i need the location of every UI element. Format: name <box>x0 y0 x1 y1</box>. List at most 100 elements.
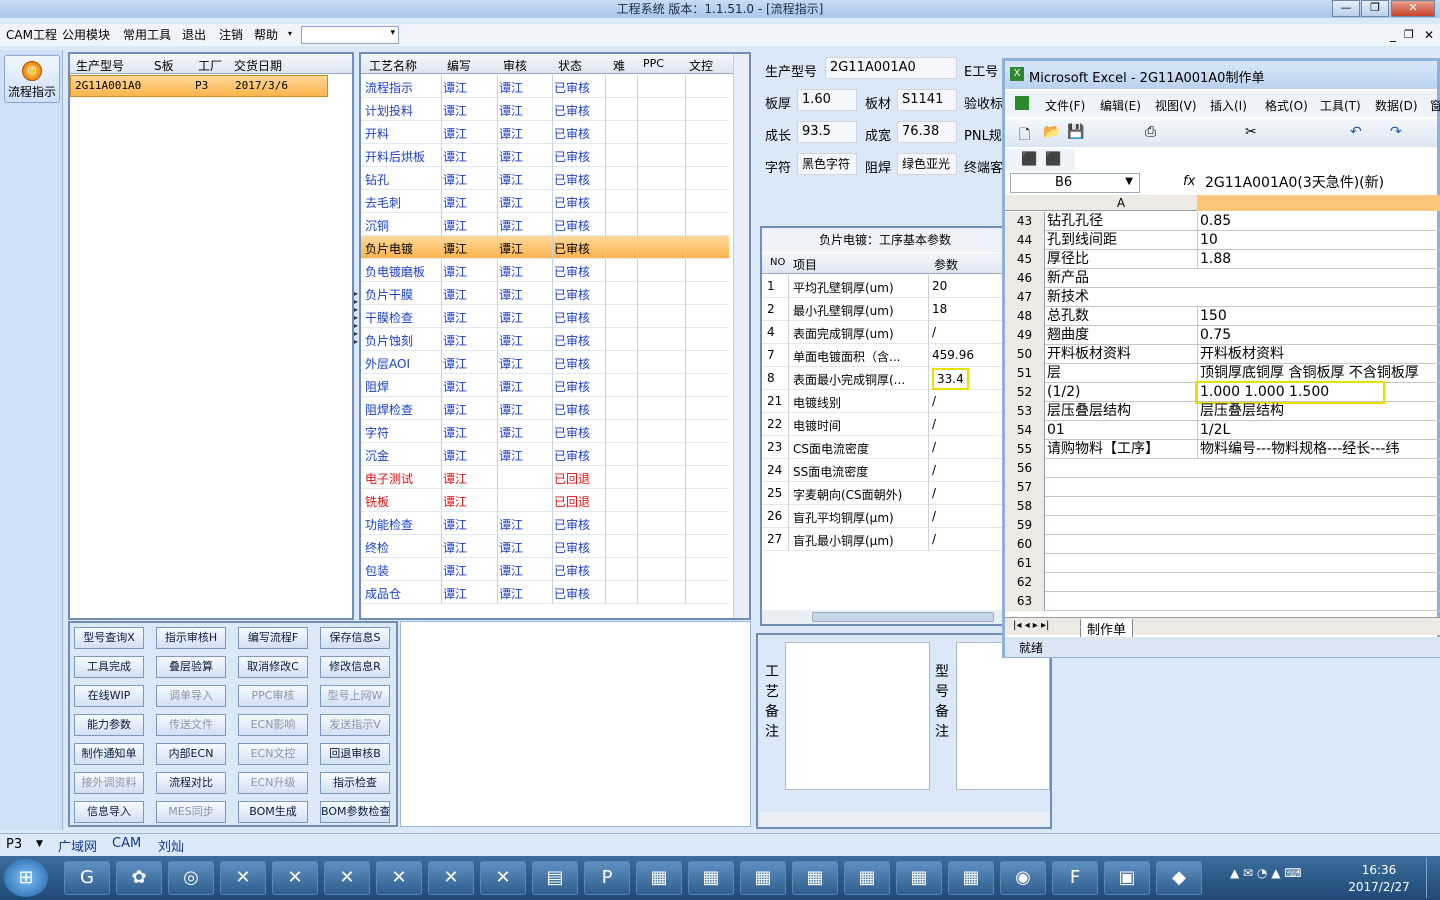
action-button[interactable]: 型号查询X <box>74 627 144 649</box>
table-row[interactable]: 负电镀磨板 谭江 谭江 已审核 <box>361 259 729 282</box>
action-button[interactable]: 制作通知单 <box>74 743 144 765</box>
excel-file-icon[interactable]: ✕ <box>428 861 474 895</box>
table-row[interactable]: 字符 谭江 谭江 已审核 <box>361 420 729 443</box>
table-row[interactable]: 沉金 谭江 谭江 已审核 <box>361 443 729 466</box>
cell-b[interactable]: 1.88 <box>1197 250 1440 269</box>
action-button[interactable]: 内部ECN <box>156 743 226 765</box>
action-button[interactable]: 调单导入 <box>156 685 226 707</box>
notes-scrollbar[interactable] <box>760 812 1050 826</box>
mdi-restore-button[interactable]: ❐ <box>1404 28 1414 41</box>
table-row[interactable]: 成品仓 谭江 谭江 已审核 <box>361 581 729 604</box>
cell-b[interactable]: 1.000 1.000 1.500 <box>1195 381 1385 404</box>
thickness-field[interactable]: 1.60 <box>797 89 857 111</box>
sheet-row[interactable]: 48 总孔数 150 <box>1005 307 1440 326</box>
col-item[interactable]: 项目 <box>793 256 817 273</box>
excel-menu-insert[interactable]: 插入(I) <box>1210 97 1247 114</box>
action-button[interactable]: 接外调资料 <box>74 772 144 794</box>
excel-menu-tools[interactable]: 工具(T) <box>1320 97 1361 114</box>
scrollbar-thumb[interactable] <box>812 612 994 622</box>
table-row[interactable]: 流程指示 谭江 谭江 已审核 <box>361 75 729 98</box>
sheet-row[interactable]: 44 孔到线间距 10 <box>1005 231 1440 250</box>
sheet-row[interactable]: 54 01 1/2L <box>1005 421 1440 440</box>
sheet-row[interactable]: 51 层顶铜厚底铜厚 含铜板厚 不含铜板厚 <box>1005 364 1440 383</box>
cell-b[interactable]: 物料编号---物料规格---经长---纬 <box>1197 440 1440 459</box>
cell-a[interactable]: 层 <box>1047 364 1195 383</box>
row-number[interactable]: 50 <box>1005 345 1045 364</box>
action-button[interactable]: 发送指示V <box>320 714 390 736</box>
mask-field[interactable]: 绿色亚光 <box>897 153 957 175</box>
action-button[interactable]: 型号上网W <box>320 685 390 707</box>
model-field[interactable]: 2G11A001A0 <box>825 57 957 79</box>
action-button[interactable]: 修改信息R <box>320 656 390 678</box>
sheet-row[interactable]: 62 <box>1005 573 1440 592</box>
row-number[interactable]: 48 <box>1005 307 1045 326</box>
action-button[interactable]: 回退审核B <box>320 743 390 765</box>
col-model[interactable]: 生产型号 <box>76 57 124 74</box>
action-button[interactable]: 指示检查 <box>320 772 390 794</box>
table-row[interactable]: 负片蚀刻 谭江 谭江 已审核 <box>361 328 729 351</box>
sheet-icon[interactable]: ▦ <box>844 861 890 895</box>
action-button[interactable]: 保存信息S <box>320 627 390 649</box>
cell-a[interactable]: 厚径比 <box>1047 250 1195 269</box>
table-row[interactable]: 功能检查 谭江 谭江 已审核 <box>361 512 729 535</box>
row-number[interactable]: 57 <box>1005 478 1045 497</box>
action-button[interactable]: 叠层验算 <box>156 656 226 678</box>
col-delivery-date[interactable]: 交货日期 <box>234 57 282 74</box>
table-row[interactable]: 沉铜 谭江 谭江 已审核 <box>361 213 729 236</box>
row-number[interactable]: 52 <box>1005 383 1045 402</box>
close-button[interactable]: ✕ <box>1391 0 1435 17</box>
table-row[interactable]: 阻焊检查 谭江 谭江 已审核 <box>361 397 729 420</box>
table-row[interactable]: 2G11A001A0 P3 2017/3/6 <box>70 75 328 97</box>
row-number[interactable]: 49 <box>1005 326 1045 345</box>
sheet-nav-icon[interactable]: |◂ ◂ ▸ ▸| <box>1013 620 1049 631</box>
cell-b[interactable]: 0.85 <box>1197 212 1440 231</box>
menu-help[interactable]: 帮助 <box>254 27 278 43</box>
action-button[interactable]: 流程对比 <box>156 772 226 794</box>
action-button[interactable]: ECN文控 <box>238 743 308 765</box>
mdi-minimize-button[interactable]: _ <box>1390 28 1396 42</box>
open-icon[interactable]: 📂 <box>1043 124 1060 140</box>
row-number[interactable]: 62 <box>1005 573 1045 592</box>
col-b-header[interactable] <box>1197 195 1440 211</box>
table-row[interactable]: 铣板 谭江 已回退 <box>361 489 729 512</box>
excel-file-icon[interactable]: ✕ <box>220 861 266 895</box>
row-number[interactable]: 55 <box>1005 440 1045 459</box>
row-number[interactable]: 43 <box>1005 212 1045 231</box>
sheet-row[interactable]: 50 开料板材资料 开料板材资料 <box>1005 345 1440 364</box>
row-number[interactable]: 47 <box>1005 288 1045 307</box>
row-number[interactable]: 60 <box>1005 535 1045 554</box>
show-desktop-button[interactable] <box>1426 858 1440 898</box>
excel-file-icon[interactable]: ✕ <box>272 861 318 895</box>
sheet-icon[interactable]: ▦ <box>948 861 994 895</box>
formula-bar[interactable]: 2G11A001A0(3天急件)(新) <box>1205 173 1437 193</box>
sheet-row[interactable]: 59 <box>1005 516 1440 535</box>
action-button[interactable]: BOM生成 <box>238 801 308 823</box>
name-box[interactable]: B6 ▼ <box>1010 173 1140 193</box>
table-row[interactable]: 阻焊 谭江 谭江 已审核 <box>361 374 729 397</box>
cell-a[interactable]: 请购物料【工序】 <box>1047 440 1195 459</box>
action-button[interactable]: PPC审核 <box>238 685 308 707</box>
sheet-row[interactable]: 61 <box>1005 554 1440 573</box>
pdf-convert-icon[interactable]: ⬛ <box>1045 152 1061 167</box>
table-row[interactable]: 开料 谭江 谭江 已审核 <box>361 121 729 144</box>
sheet-icon[interactable]: ▦ <box>792 861 838 895</box>
row-number[interactable]: 54 <box>1005 421 1045 440</box>
cell-b[interactable]: 开料板材资料 <box>1197 345 1440 364</box>
app-g-icon[interactable]: G <box>64 861 110 895</box>
table-row[interactable]: 外层AOI 谭江 谭江 已审核 <box>361 351 729 374</box>
table-row[interactable]: 负片干膜 谭江 谭江 已审核 <box>361 282 729 305</box>
row-number[interactable]: 59 <box>1005 516 1045 535</box>
table-row[interactable]: 电子测试 谭江 已回退 <box>361 466 729 489</box>
excel-menu-file[interactable]: 文件(F) <box>1045 97 1085 114</box>
length-field[interactable]: 93.5 <box>797 121 857 143</box>
disk-icon[interactable]: ▤ <box>532 861 578 895</box>
sheet-row[interactable]: 43 钻孔孔径 0.85 <box>1005 212 1440 231</box>
table-row[interactable]: 钻孔 谭江 谭江 已审核 <box>361 167 729 190</box>
redo-icon[interactable]: ↷ <box>1390 124 1402 140</box>
save-icon[interactable]: 💾 <box>1067 124 1084 140</box>
menu-cam[interactable]: CAM工程 <box>6 27 57 43</box>
col-a-header[interactable]: A <box>1047 196 1195 210</box>
cell-a[interactable]: 新技术 <box>1047 288 1195 307</box>
action-button[interactable]: 传送文件 <box>156 714 226 736</box>
cell-a[interactable]: (1/2) <box>1047 383 1195 402</box>
